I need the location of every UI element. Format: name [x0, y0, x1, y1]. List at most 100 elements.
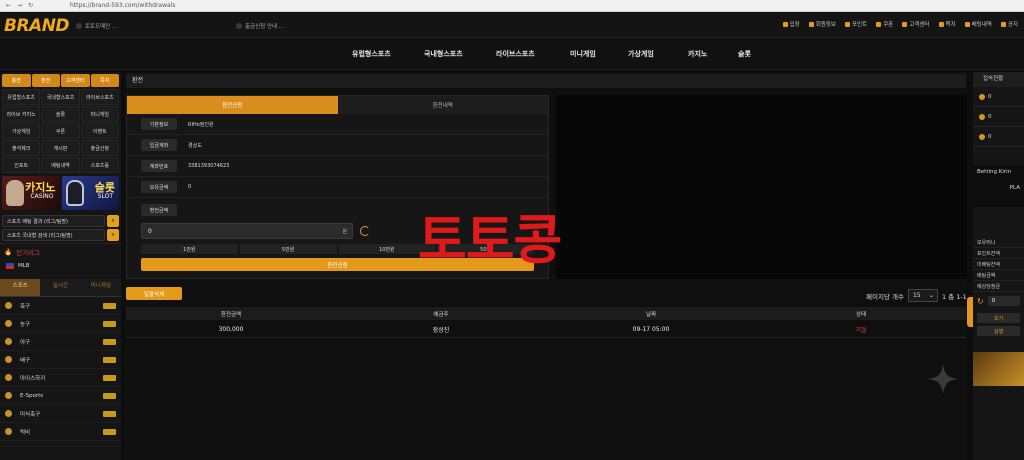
menu-item[interactable]: 미니게임	[80, 106, 119, 122]
delete-all-button[interactable]: 일괄삭제	[126, 287, 182, 300]
amount-input[interactable]: 0 원	[141, 223, 353, 239]
sport-label: 농구	[20, 321, 31, 328]
tab-live[interactable]: 실시간	[40, 279, 81, 297]
ticker-icon	[236, 23, 242, 29]
refresh-icon[interactable]	[360, 226, 370, 236]
quick-amount-button[interactable]: 5만원	[239, 244, 337, 254]
sport-item-baseball[interactable]: 야구	[0, 333, 121, 351]
menu-item[interactable]: 쿠폰	[41, 123, 80, 139]
sport-label: 아이스하키	[20, 375, 46, 382]
nav-slot[interactable]: 슬롯	[738, 49, 751, 59]
page-size-value: 15	[912, 292, 921, 299]
tab-withdraw[interactable]: 환전	[31, 74, 60, 87]
quick-amount-button[interactable]: 1만원	[141, 244, 238, 254]
menu-item[interactable]: 인포트	[2, 157, 41, 173]
reload-icon[interactable]: ↻	[28, 2, 33, 9]
bet-amount-input[interactable]: 0	[987, 296, 1020, 306]
sport-item-esports[interactable]: E-Sports	[0, 387, 121, 405]
menu-item[interactable]: 출석체크	[2, 140, 41, 156]
ticker-1: 토토도메인 ...	[76, 20, 117, 32]
toplink-1[interactable]: 회원정보	[808, 20, 836, 28]
casino-banner[interactable]: 카지노 CASINO	[2, 176, 60, 210]
tab-withdraw-request[interactable]: 환전신청	[127, 96, 338, 114]
slot-banner[interactable]: 슬롯 SLOT	[61, 176, 119, 210]
toplink-0[interactable]: 입장	[782, 20, 800, 28]
count-badge	[103, 392, 116, 399]
site-logo[interactable]: BRAND	[4, 16, 70, 36]
menu-item[interactable]: 유럽형스포츠	[2, 89, 41, 105]
reset-button[interactable]: 초기	[977, 313, 1020, 323]
popular-league-header: 🔥 인기리그	[0, 243, 121, 259]
tab-minigame[interactable]: 미니게임	[80, 279, 121, 297]
fire-icon: 🔥	[4, 247, 13, 256]
toplink-label: 회원정보	[815, 22, 836, 28]
sport-item-icehockey[interactable]: 아이스하키	[0, 369, 121, 387]
tab-support[interactable]: 고객센터	[61, 74, 90, 87]
nav-european-sports[interactable]: 유럽형스포츠	[352, 49, 391, 59]
url-field[interactable]: https://brand-593.com/withdrawals	[70, 2, 176, 9]
nav-live-sports[interactable]: 라이브스포츠	[496, 49, 535, 59]
sport-item-basketball[interactable]: 농구	[0, 315, 121, 333]
menu-item[interactable]: 게시판	[41, 140, 80, 156]
toplink-7[interactable]: 공지	[1000, 20, 1018, 28]
toplink-label: 쪽지	[945, 22, 956, 28]
menu-item[interactable]: 스포츠룰	[80, 157, 119, 173]
menu-item[interactable]: 가상게임	[2, 123, 41, 139]
search-input-2[interactable]: 스포츠 국내형 검색 (리그/팀명)	[2, 229, 105, 241]
tab-message[interactable]: 쪽지	[90, 74, 119, 87]
ticker-2: 출금신청 안내 ...	[236, 20, 284, 32]
field-label: 기본정보	[141, 118, 177, 130]
toplink-2[interactable]: 포인트	[844, 20, 867, 28]
pager: 페이지당 개수 15 ⌄ 1 총 1-1	[866, 289, 967, 302]
nav-virtual-game[interactable]: 가상게임	[628, 49, 654, 59]
nav-domestic-sports[interactable]: 국내형스포츠	[424, 49, 463, 59]
menu-item[interactable]: 배팅내역	[41, 157, 80, 173]
search-icon[interactable]: ⌕	[107, 229, 119, 241]
page-size-select[interactable]: 15 ⌄	[907, 289, 938, 302]
nav-casino[interactable]: 카지노	[688, 49, 707, 59]
sport-label: 야구	[20, 339, 31, 346]
search-icon[interactable]: ⌕	[107, 215, 119, 227]
side-panel	[556, 95, 967, 279]
menu-item[interactable]: 라이브 카지노	[2, 106, 41, 122]
menu-item[interactable]: 국내형스포츠	[41, 89, 80, 105]
sport-label: 미식축구	[20, 411, 41, 418]
league-item[interactable]: MLB	[0, 259, 121, 273]
refresh-icon[interactable]: ↻	[977, 297, 984, 306]
tab-withdraw-history[interactable]: 환전내역	[337, 96, 548, 114]
left-sidebar: 충전 환전 고객센터 쪽지 유럽형스포츠 국내형스포츠 라이브스포츠 라이브 카…	[0, 72, 121, 460]
ticker-icon	[76, 23, 82, 29]
right-head: 접속현황	[973, 72, 1024, 87]
menu-item[interactable]: 이벤트	[80, 123, 119, 139]
sport-item-football[interactable]: 미식축구	[0, 405, 121, 423]
toplink-label: 고객센터	[909, 22, 930, 28]
execute-button[interactable]: 실행	[977, 326, 1020, 336]
tab-sports[interactable]: 스포츠	[0, 279, 41, 297]
amount-unit: 원	[342, 228, 347, 235]
toplink-4[interactable]: 고객센터	[902, 20, 930, 28]
watermark-text: 토토콩	[418, 210, 562, 271]
soccer-icon	[5, 302, 12, 309]
sport-item-rugby[interactable]: 럭비	[0, 423, 121, 441]
menu-item[interactable]: 출금신청	[80, 140, 119, 156]
search-input-1[interactable]: 스포츠 배팅 결과 (리그/팀명)	[2, 215, 105, 227]
tab-deposit[interactable]: 충전	[2, 74, 31, 87]
pager-label: 페이지당 개수	[866, 292, 904, 301]
toplink-6[interactable]: 배팅내역	[964, 20, 992, 28]
toplink-5[interactable]: 쪽지	[938, 20, 956, 28]
nav-minigame[interactable]: 미니게임	[570, 49, 596, 59]
sport-item-soccer[interactable]: 축구	[0, 297, 121, 315]
slot-banner-sub: SLOT	[97, 193, 113, 200]
menu-item[interactable]: 라이브스포츠	[80, 89, 119, 105]
top-links: 입장 회원정보 포인트 쿠폰 고객센터 쪽지 배팅내역 공지	[782, 20, 1018, 28]
toplink-3[interactable]: 쿠폰	[876, 20, 893, 28]
bet-summary-item: 예상당첨금	[973, 281, 1024, 292]
menu-item[interactable]: 슬롯	[41, 106, 80, 122]
forward-icon[interactable]: →	[17, 2, 22, 9]
sport-item-volleyball[interactable]: 배구	[0, 351, 121, 369]
count-badge	[103, 428, 116, 435]
usa-flag-icon	[6, 263, 14, 269]
search-box-2: 스포츠 국내형 검색 (리그/팀명) ⌕	[2, 229, 119, 241]
back-icon[interactable]: ←	[6, 2, 11, 9]
col-status: 상태	[855, 311, 867, 318]
